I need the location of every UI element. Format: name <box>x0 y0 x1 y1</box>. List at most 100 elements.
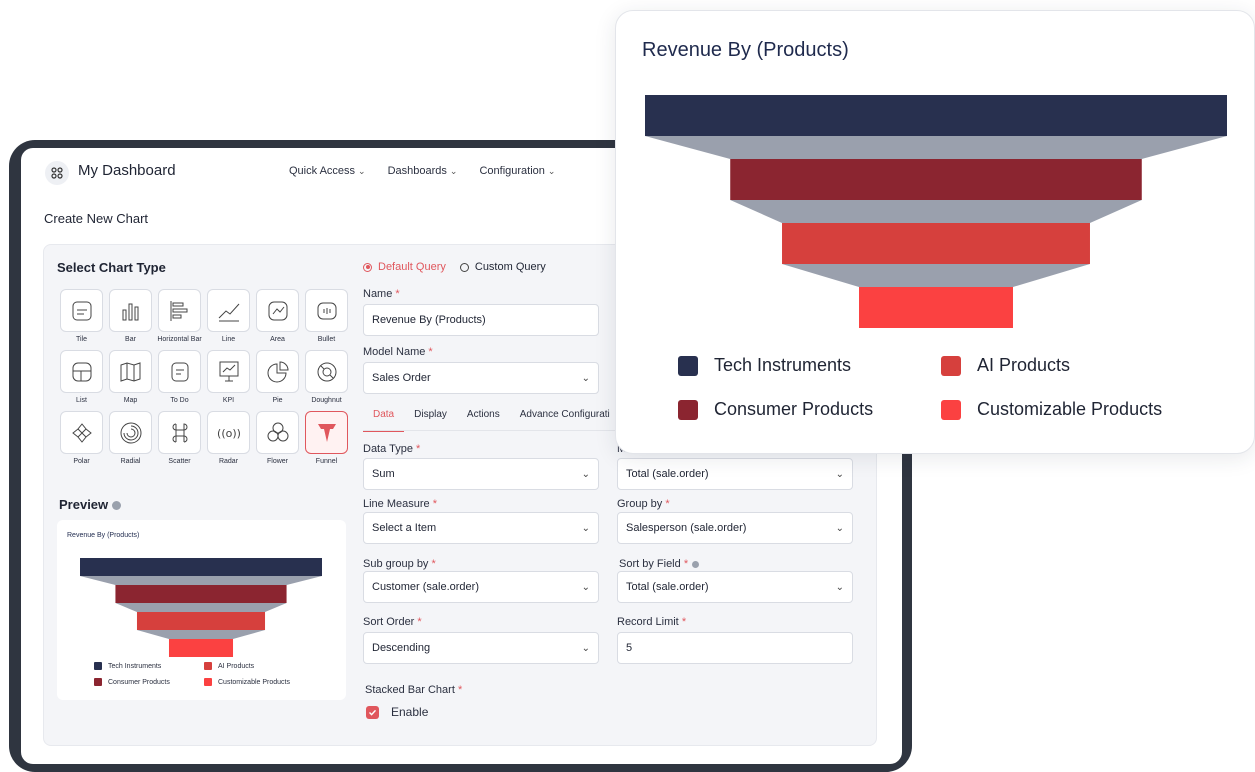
sort-order-select[interactable]: Descending ⌄ <box>363 632 599 664</box>
chart-type-to-do[interactable]: To Do <box>155 350 204 411</box>
chart-type-label: Tile <box>75 336 88 343</box>
info-icon[interactable] <box>692 560 700 568</box>
funnel-connector <box>782 264 1090 287</box>
todo-icon[interactable] <box>158 350 201 393</box>
bar-chart-icon[interactable] <box>109 289 152 332</box>
app-title: My Dashboard <box>78 162 176 179</box>
data-type-select[interactable]: Sum ⌄ <box>363 458 599 490</box>
preview-legend-consumer: Consumer Products <box>94 678 170 686</box>
chart-type-bar[interactable]: Bar <box>106 289 155 350</box>
line-measure-label: Line Measure * <box>363 498 437 510</box>
default-query-radio[interactable] <box>363 262 372 272</box>
line-measure-select[interactable]: Select a Item ⌄ <box>363 512 599 544</box>
chevron-down-icon: ⌄ <box>581 372 590 384</box>
chart-type-bullet[interactable]: Bullet <box>302 289 351 350</box>
chevron-down-icon: ⌄ <box>581 522 590 534</box>
record-limit-input[interactable]: 5 <box>617 632 853 664</box>
tabs-divider <box>363 430 618 431</box>
preview-legend-ai: AI Products <box>204 662 254 670</box>
funnel-chart <box>645 95 1227 328</box>
chart-type-radial[interactable]: Radial <box>106 411 155 472</box>
chart-type-label: Scatter <box>168 458 191 465</box>
doughnut-icon[interactable] <box>305 350 348 393</box>
polar-icon[interactable] <box>60 411 103 454</box>
chevron-down-icon: ⌄ <box>581 581 590 593</box>
apps-grid-icon[interactable] <box>45 161 69 185</box>
funnel-bar-ai-products <box>136 612 266 630</box>
chart-type-tile[interactable]: Tile <box>57 289 106 350</box>
funnel-bar-customizable-products <box>168 639 234 657</box>
area-chart-icon[interactable] <box>256 289 299 332</box>
funnel-bar-customizable-products <box>859 287 1013 328</box>
nav-configuration[interactable]: Configuration ⌄ <box>479 165 555 177</box>
check-icon <box>369 709 377 716</box>
preview-heading: Preview <box>59 497 122 512</box>
legend-customizable-products: Customizable Products <box>941 399 1162 420</box>
chevron-down-icon: ⌄ <box>581 468 590 480</box>
funnel-bar-consumer-products <box>730 159 1142 200</box>
funnel-connector <box>115 603 287 612</box>
legend-swatch <box>678 399 698 420</box>
map-icon[interactable] <box>109 350 152 393</box>
chart-type-area[interactable]: Area <box>253 289 302 350</box>
sub-group-select[interactable]: Customer (sale.order) ⌄ <box>363 571 599 603</box>
nav-quick-access[interactable]: Quick Access ⌄ <box>289 165 366 177</box>
chart-type-doughnut[interactable]: Doughnut <box>302 350 351 411</box>
sub-group-label: Sub group by * <box>363 558 436 570</box>
enable-checkbox[interactable] <box>366 706 379 719</box>
list-icon[interactable] <box>60 350 103 393</box>
name-label: Name * <box>363 288 400 300</box>
bullet-chart-icon[interactable] <box>305 289 348 332</box>
chevron-down-icon: ⌄ <box>449 166 458 176</box>
page-title: Create New Chart <box>44 211 149 226</box>
legend-swatch <box>94 678 102 686</box>
chart-type-grid: Tile Bar Horizontal Bar Line Area Bullet List M… <box>57 289 351 472</box>
tile-icon[interactable] <box>60 289 103 332</box>
legend-swatch <box>678 355 698 376</box>
chart-type-funnel[interactable]: Funnel <box>302 411 351 472</box>
funnel-connector <box>80 576 322 585</box>
measure-select[interactable]: Total (sale.order) ⌄ <box>617 458 853 490</box>
chart-type-polar[interactable]: Polar <box>57 411 106 472</box>
scatter-icon[interactable] <box>158 411 201 454</box>
chart-type-label: Pie <box>272 397 283 404</box>
radial-icon[interactable] <box>109 411 152 454</box>
chevron-down-icon: ⌄ <box>835 581 844 593</box>
custom-query-radio[interactable] <box>459 262 469 272</box>
chart-type-map[interactable]: Map <box>106 350 155 411</box>
nav-dashboards[interactable]: Dashboards ⌄ <box>388 165 458 177</box>
info-icon[interactable] <box>112 501 122 511</box>
chart-type-flower[interactable]: Flower <box>253 411 302 472</box>
chart-type-scatter[interactable]: Scatter <box>155 411 204 472</box>
kpi-icon[interactable] <box>207 350 250 393</box>
group-by-select[interactable]: Salesperson (sale.order) ⌄ <box>617 512 853 544</box>
chart-type-radar[interactable]: ((o)) Radar <box>204 411 253 472</box>
funnel-bar-tech-instruments <box>80 558 322 576</box>
tab-data[interactable]: Data <box>363 403 405 432</box>
line-chart-icon[interactable] <box>207 289 250 332</box>
stacked-bar-label: Stacked Bar Chart * <box>365 684 463 696</box>
legend-swatch <box>204 662 212 670</box>
tab-advance-configuration[interactable]: Advance Configurati <box>510 403 620 432</box>
pie-chart-icon[interactable] <box>256 350 299 393</box>
legend-swatch <box>204 678 212 686</box>
preview-card: Revenue By (Products) Tech Instruments A… <box>57 520 346 700</box>
chart-type-list[interactable]: List <box>57 350 106 411</box>
funnel-icon[interactable] <box>305 411 348 454</box>
tab-actions[interactable]: Actions <box>457 403 510 432</box>
funnel-bar-tech-instruments <box>645 95 1227 136</box>
chart-type-label: Horizontal Bar <box>157 336 202 343</box>
funnel-connector <box>730 200 1142 223</box>
chart-type-kpi[interactable]: KPI <box>204 350 253 411</box>
chart-type-line[interactable]: Line <box>204 289 253 350</box>
name-field[interactable]: Revenue By (Products) <box>363 304 599 336</box>
preview-legend-tech: Tech Instruments <box>94 662 161 670</box>
model-name-select[interactable]: Sales Order ⌄ <box>363 362 599 394</box>
flower-icon[interactable] <box>256 411 299 454</box>
sort-field-select[interactable]: Total (sale.order) ⌄ <box>617 571 853 603</box>
tab-display[interactable]: Display <box>404 403 457 432</box>
chart-type-horizontal-bar[interactable]: Horizontal Bar <box>155 289 204 350</box>
radar-icon[interactable]: ((o)) <box>207 411 250 454</box>
horizontal-bar-icon[interactable] <box>158 289 201 332</box>
chart-type-pie[interactable]: Pie <box>253 350 302 411</box>
